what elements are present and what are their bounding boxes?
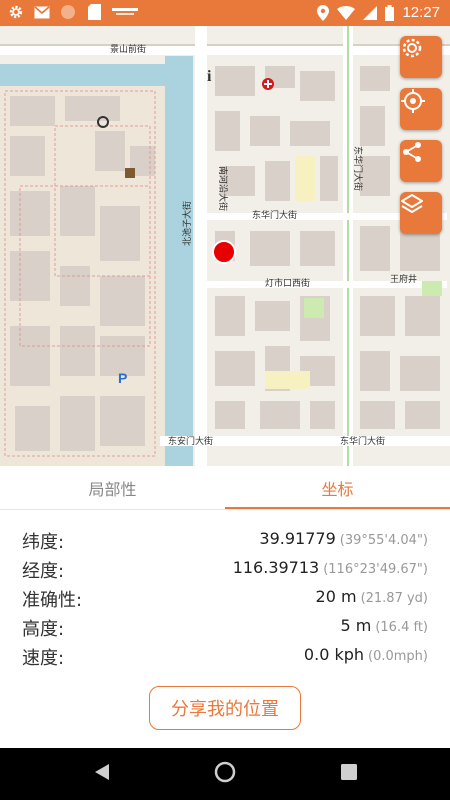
altitude-value: 5 m — [340, 616, 372, 635]
svg-text:i: i — [207, 68, 212, 85]
home-button[interactable] — [213, 761, 237, 787]
tab-coordinates[interactable]: 坐标 — [225, 466, 450, 510]
latitude-value: 39.91779 — [259, 529, 336, 548]
home-icon — [214, 761, 236, 787]
status-bar-left-icons — [8, 4, 138, 20]
longitude-value-group: 116.39713 (116°23'49.67") — [233, 558, 428, 577]
svg-text:P: P — [118, 370, 127, 386]
latitude-row: 纬度: 39.91779 (39°55'4.04") — [0, 526, 450, 555]
tab-local[interactable]: 局部性 — [0, 466, 225, 510]
signal-icon — [363, 5, 378, 20]
tab-divider — [0, 509, 450, 510]
map-label-donghuaxiang: 东华门大街 — [352, 146, 362, 192]
share-map-button[interactable] — [400, 140, 442, 182]
longitude-value: 116.39713 — [232, 558, 320, 577]
battery-icon — [385, 4, 395, 21]
accuracy-value-group: 20 m (21.87 yd) — [316, 587, 428, 606]
map-label-donganmen: 东安门大街 — [168, 437, 214, 447]
locate-button[interactable] — [400, 88, 442, 130]
speed-label: 速度: — [22, 648, 65, 669]
settings-button[interactable] — [400, 36, 442, 78]
wifi-icon — [337, 5, 356, 20]
map-view[interactable]: P i 景山前街 东华门大街 灯市口西街 东安门大街 东华门大街 王府井 北池子… — [0, 26, 450, 466]
accuracy-alt: (21.87 yd) — [360, 591, 428, 606]
latitude-value-group: 39.91779 (39°55'4.04") — [259, 529, 428, 548]
coordinate-info: 纬度: 39.91779 (39°55'4.04") 经度: 116.39713(… — [0, 526, 450, 671]
gmail-icon — [34, 4, 50, 20]
altitude-row: 高度: 5 m (16.4 ft) — [0, 613, 450, 642]
status-bar-right: 12:27 — [317, 4, 440, 21]
current-location-marker — [212, 240, 236, 264]
longitude-dms: (116°23'49.67") — [323, 562, 428, 577]
map-label-jingshanqian: 景山前街 — [110, 45, 147, 55]
app-circle-icon — [60, 4, 76, 20]
map-label-nanheyan: 南河沿大街 — [217, 166, 227, 212]
system-nav-bar — [0, 748, 450, 800]
longitude-row: 经度: 116.39713 (116°23'49.67") — [0, 555, 450, 584]
altitude-label: 高度: — [22, 619, 65, 640]
sd-card-icon — [86, 4, 102, 20]
speed-value: 0.0 kph — [303, 645, 365, 664]
app-logo-icon — [112, 4, 138, 20]
speed-alt: (0.0mph) — [368, 649, 428, 664]
status-bar: 12:27 — [0, 0, 450, 26]
accuracy-row: 准确性: 20 m (21.87 yd) — [0, 584, 450, 613]
latitude-dms: (39°55'4.04") — [339, 533, 428, 548]
location-icon — [317, 4, 330, 21]
speed-row: 速度: 0.0 kph (0.0mph) — [0, 642, 450, 671]
map-label-donghuamen2: 东华门大街 — [340, 437, 386, 447]
recents-icon — [341, 764, 357, 784]
status-time: 12:27 — [402, 4, 440, 21]
speed-value-group: 0.0 kph (0.0mph) — [304, 645, 428, 664]
layers-button[interactable] — [400, 192, 442, 234]
tab-bar: 局部性 坐标 — [0, 466, 450, 510]
share-location-button[interactable]: 分享我的位置 — [149, 686, 301, 730]
recents-button[interactable] — [337, 762, 361, 786]
map-label-donghuamen: 东华门大街 — [252, 211, 298, 221]
back-button[interactable] — [90, 762, 114, 786]
accuracy-label: 准确性: — [22, 590, 83, 611]
map-label-gaodeng: 灯市口西街 — [265, 279, 311, 289]
altitude-value-group: 5 m (16.4 ft) — [340, 616, 428, 635]
back-icon — [95, 764, 109, 784]
latitude-label: 纬度: — [22, 532, 65, 553]
accuracy-value: 20 m — [315, 587, 357, 606]
altitude-alt: (16.4 ft) — [375, 620, 428, 635]
longitude-label: 经度: — [22, 561, 65, 582]
map-label-wangfujing: 王府井 — [390, 275, 418, 285]
gear-icon — [8, 4, 24, 20]
map-label-nanchizi: 北池子大街 — [183, 200, 193, 246]
